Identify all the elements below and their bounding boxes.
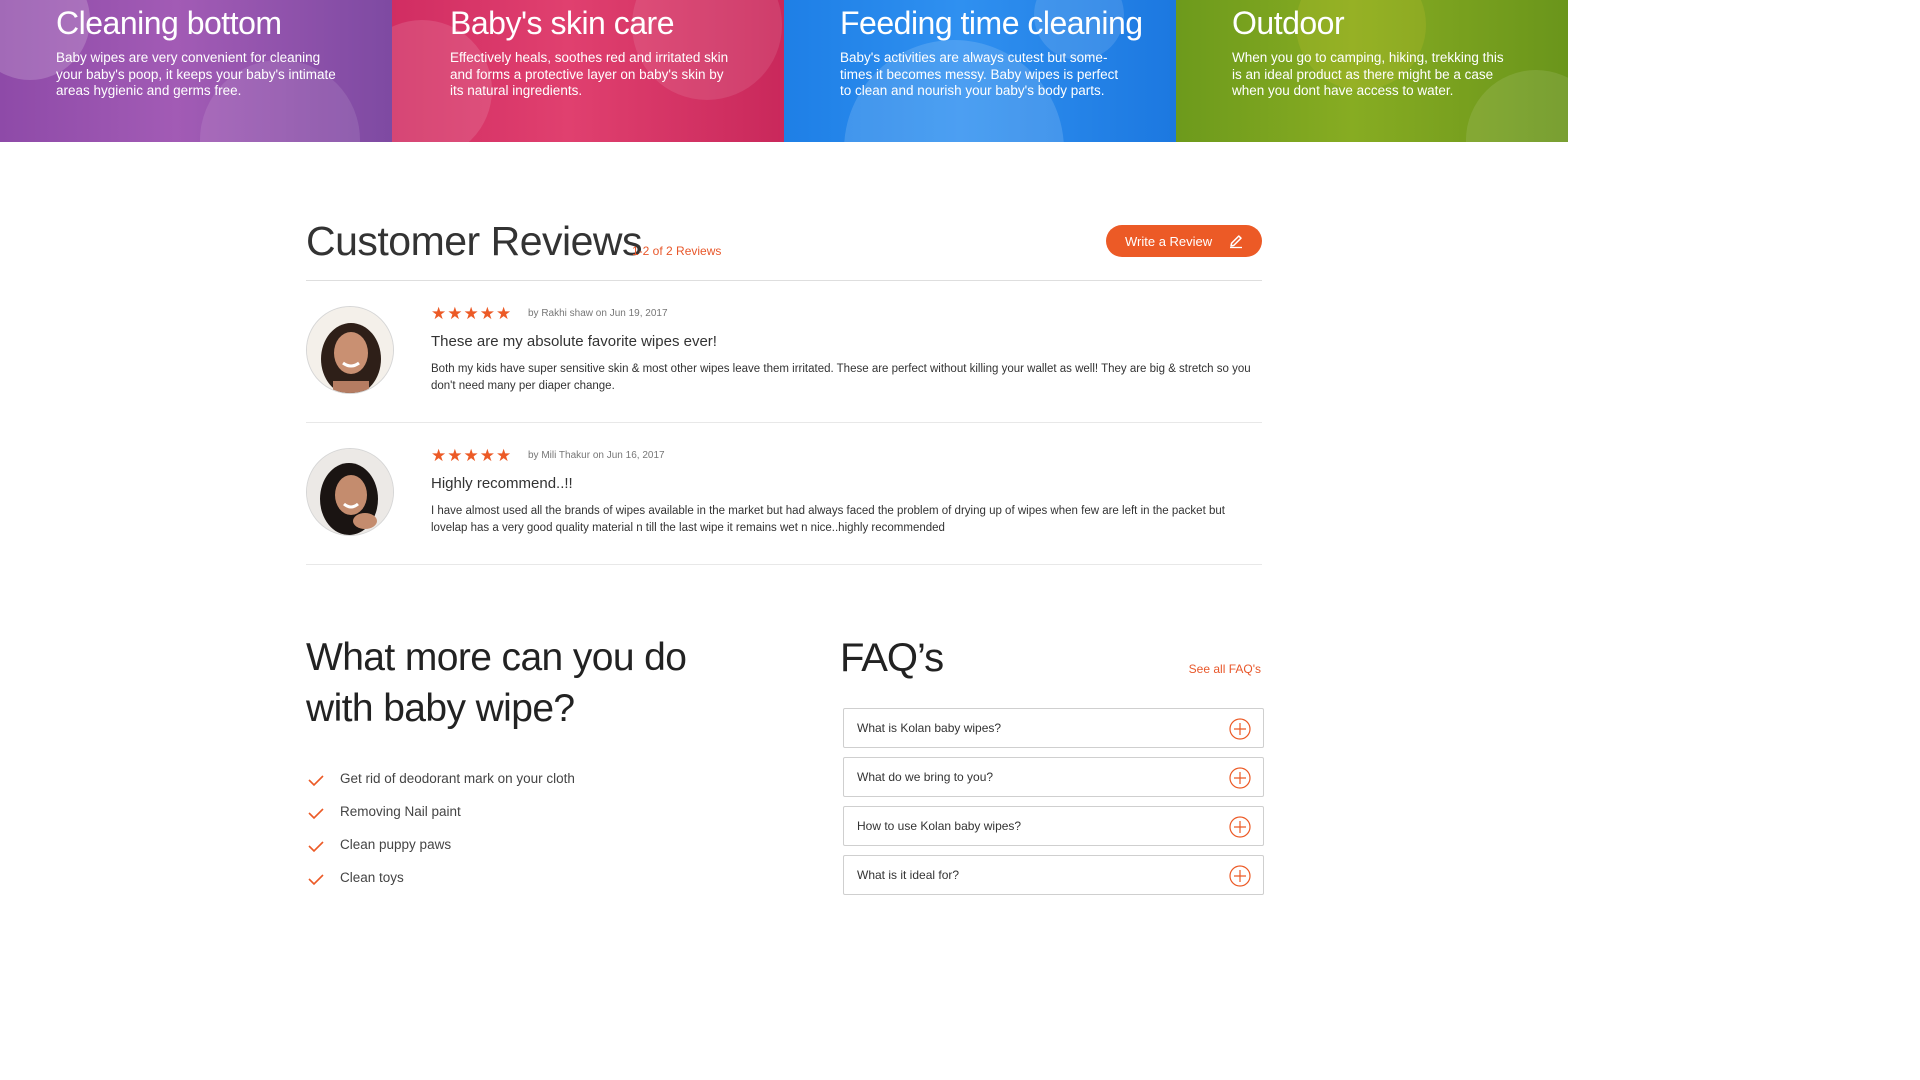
faq-item[interactable]: What is Kolan baby wipes?	[843, 708, 1264, 748]
feature-banner: Cleaning bottom Baby wipes are very conv…	[0, 0, 1568, 142]
faq-question: What is Kolan baby wipes?	[857, 721, 1002, 735]
list-item: Clean toys	[306, 867, 575, 900]
faq-item[interactable]: What do we bring to you?	[843, 757, 1264, 797]
panel-title: Baby's skin care	[450, 5, 674, 41]
panel-skin-care: Baby's skin care Effectively heals, soot…	[392, 0, 784, 142]
panel-text: Baby's activities are always cutest but …	[840, 50, 1119, 98]
uses-list: Get rid of deodorant mark on your cloth …	[306, 768, 575, 900]
faq-section: FAQ’s See all FAQ's What is Kolan baby w…	[840, 632, 1264, 895]
check-icon	[308, 775, 324, 787]
reviewer-photo	[307, 307, 393, 393]
review-item: ★★★★★ by Mili Thakur on Jun 16, 2017 Hig…	[306, 423, 1262, 565]
faq-title: FAQ’s	[840, 636, 944, 680]
list-item-label: Clean toys	[340, 870, 404, 885]
review-title: Highly recommend..!!	[431, 475, 573, 492]
panel-feeding-time: Feeding time cleaning Baby's activities …	[784, 0, 1176, 142]
plus-circle-icon[interactable]	[1229, 816, 1251, 838]
panel-title: Feeding time cleaning	[840, 5, 1143, 41]
faq-list: What is Kolan baby wipes? What do we bri…	[843, 708, 1264, 904]
review-title: These are my absolute favorite wipes eve…	[431, 333, 717, 350]
more-uses-title-line1: What more can you do	[306, 636, 687, 679]
more-uses-title-line2: with baby wipe?	[306, 687, 575, 730]
panel-text: Effectively heals, soothes red and irrit…	[450, 50, 729, 98]
panel-text: When you go to camping, hiking, trekking…	[1232, 50, 1504, 98]
faq-item[interactable]: What is it ideal for?	[843, 855, 1264, 895]
more-uses-section: What more can you do with baby wipe? Get…	[306, 632, 766, 886]
faq-item[interactable]: How to use Kolan baby wipes?	[843, 806, 1264, 846]
panel-text: Baby wipes are very convenient for clean…	[56, 50, 336, 98]
star-rating: ★★★★★	[431, 446, 513, 465]
reviews-count: 1-2 of 2 Reviews	[632, 244, 722, 258]
list-item-label: Get rid of deodorant mark on your cloth	[340, 771, 575, 786]
pencil-icon	[1230, 235, 1242, 249]
check-icon	[308, 874, 324, 886]
panel-title: Cleaning bottom	[56, 5, 282, 41]
faq-question: What is it ideal for?	[857, 868, 960, 882]
reviews-title: Customer Reviews	[306, 218, 643, 264]
list-item: Get rid of deodorant mark on your cloth	[306, 768, 575, 801]
customer-reviews-section: Customer Reviews 1-2 of 2 Reviews Write …	[306, 210, 1262, 565]
reviewer-photo	[307, 449, 393, 535]
check-icon	[308, 841, 324, 853]
reviewer-avatar	[306, 306, 394, 394]
panel-title: Outdoor	[1232, 5, 1345, 41]
review-body: Both my kids have super sensitive skin &…	[431, 363, 1251, 392]
plus-circle-icon[interactable]	[1229, 865, 1251, 887]
review-body: I have almost used all the brands of wip…	[431, 505, 1225, 534]
reviews-header: Customer Reviews 1-2 of 2 Reviews Write …	[306, 210, 1262, 281]
panel-cleaning-bottom: Cleaning bottom Baby wipes are very conv…	[0, 0, 392, 142]
plus-circle-icon[interactable]	[1229, 767, 1251, 789]
write-review-label: Write a Review	[1125, 233, 1213, 249]
review-item: ★★★★★ by Rakhi shaw on Jun 19, 2017 Thes…	[306, 281, 1262, 423]
review-meta: by Mili Thakur on Jun 16, 2017	[528, 450, 665, 461]
list-item: Removing Nail paint	[306, 801, 575, 834]
plus-circle-icon[interactable]	[1229, 718, 1251, 740]
faq-question: How to use Kolan baby wipes?	[857, 819, 1022, 833]
check-icon	[308, 808, 324, 820]
faq-question: What do we bring to you?	[857, 770, 994, 784]
star-rating: ★★★★★	[431, 304, 513, 323]
panel-outdoor: Outdoor When you go to camping, hiking, …	[1176, 0, 1568, 142]
more-uses-title: What more can you do with baby wipe?	[306, 632, 766, 734]
list-item: Clean puppy paws	[306, 834, 575, 867]
reviewer-avatar	[306, 448, 394, 536]
list-item-label: Clean puppy paws	[340, 837, 452, 852]
write-review-button[interactable]: Write a Review	[1106, 225, 1262, 257]
list-item-label: Removing Nail paint	[340, 804, 461, 819]
see-all-faqs-link[interactable]: See all FAQ's	[1189, 662, 1261, 676]
review-meta: by Rakhi shaw on Jun 19, 2017	[528, 308, 668, 319]
